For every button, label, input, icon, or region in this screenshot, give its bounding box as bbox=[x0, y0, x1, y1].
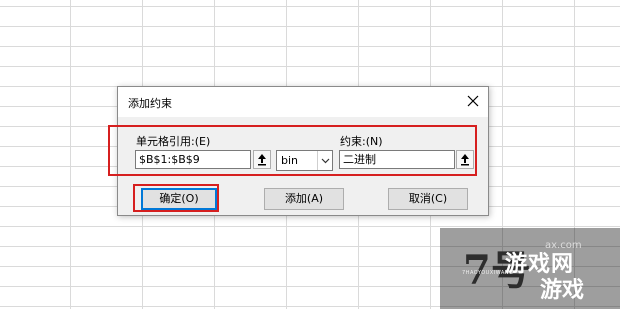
highlight-ok-box bbox=[133, 184, 219, 212]
watermark-brand-line2: 游戏 bbox=[540, 278, 585, 303]
cancel-button[interactable]: 取消(C) bbox=[388, 188, 468, 210]
add-button[interactable]: 添加(A) bbox=[264, 188, 344, 210]
close-icon[interactable] bbox=[463, 91, 483, 111]
dialog-titlebar[interactable]: 添加约束 bbox=[118, 87, 488, 117]
highlight-inputs-box bbox=[108, 125, 477, 176]
dialog-title: 添加约束 bbox=[128, 97, 172, 110]
